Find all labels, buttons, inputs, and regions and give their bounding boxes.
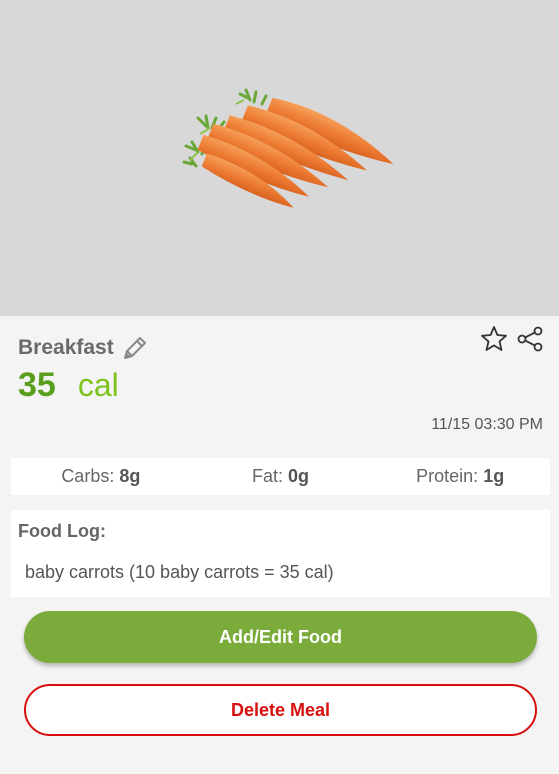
macro-protein: Protein: 1g (370, 466, 550, 487)
food-log-entry: baby carrots (10 baby carrots = 35 cal) (25, 562, 334, 582)
pencil-icon[interactable] (120, 333, 150, 363)
food-log-card: Food Log: baby carrots (10 baby carrots … (11, 510, 550, 597)
meal-name: Breakfast (18, 336, 114, 359)
food-log-title: Food Log: (18, 521, 106, 541)
add-edit-food-button[interactable]: Add/Edit Food (24, 611, 537, 663)
meal-header: Breakfast 35 cal 11/15 03:30 PM (0, 316, 559, 450)
macro-carbs: Carbs: 8g (11, 466, 191, 487)
carrots-image (182, 88, 394, 208)
fat-value: 0g (288, 466, 310, 486)
protein-label: Protein: (416, 466, 479, 486)
star-icon[interactable] (479, 324, 509, 354)
delete-meal-button[interactable]: Delete Meal (24, 684, 537, 736)
carbs-label: Carbs: (61, 466, 115, 486)
calorie-unit: cal (77, 367, 119, 403)
carbs-value: 8g (119, 466, 141, 486)
protein-value: 1g (483, 466, 505, 486)
calorie-value: 35 (18, 366, 56, 404)
meal-name-row: Breakfast (18, 333, 150, 363)
fat-label: Fat: (251, 466, 283, 486)
meal-timestamp: 11/15 03:30 PM (431, 416, 543, 433)
share-icon[interactable] (515, 324, 545, 354)
meal-photo (0, 0, 559, 316)
calorie-total: 35 cal (18, 366, 119, 405)
meal-actions (479, 324, 545, 354)
macro-fat: Fat: 0g (191, 466, 371, 487)
macros-row: Carbs: 8g Fat: 0g Protein: 1g (11, 458, 550, 495)
